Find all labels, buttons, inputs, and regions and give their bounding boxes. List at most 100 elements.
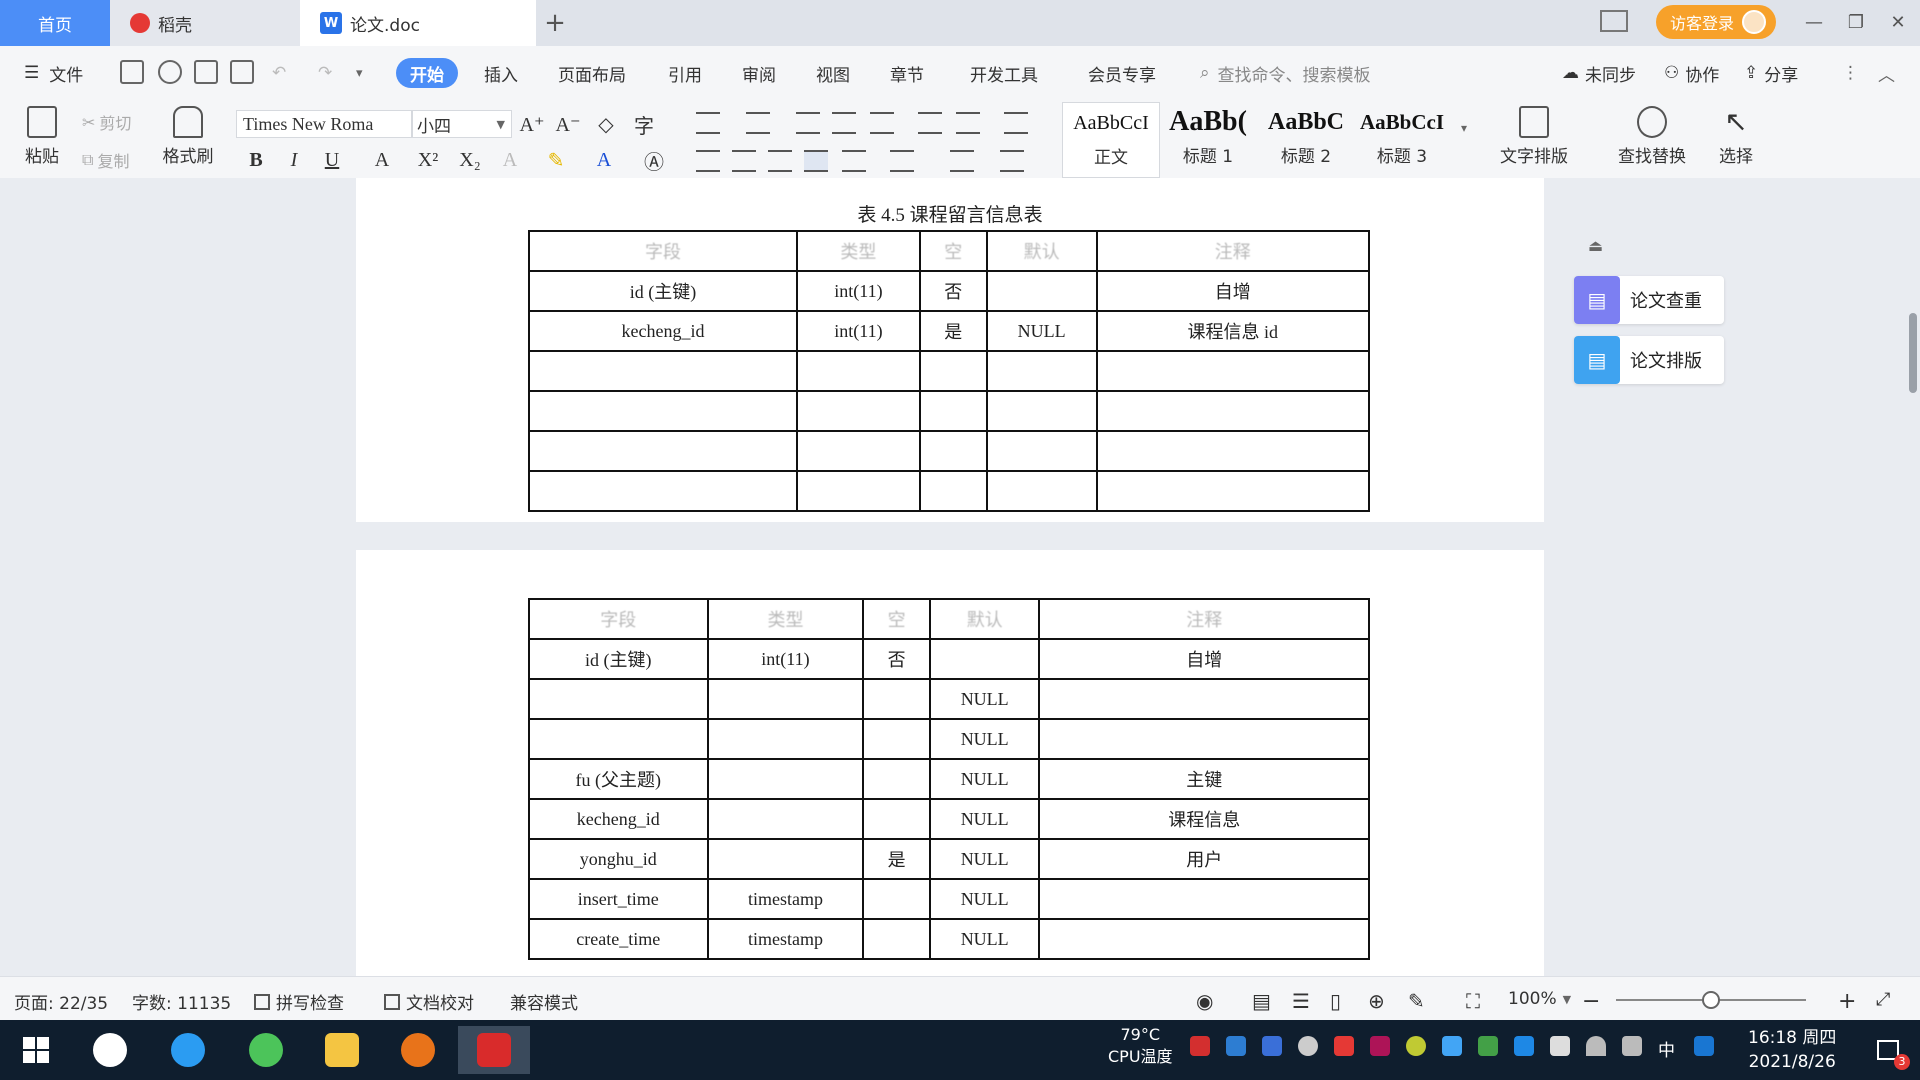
table-cell[interactable]: [862, 678, 931, 720]
clear-format-icon[interactable]: ◇: [592, 110, 620, 138]
paper-check-button[interactable]: ▤ 论文查重: [1574, 276, 1724, 324]
tray-app-icon[interactable]: [1406, 1036, 1426, 1056]
table-cell[interactable]: [528, 678, 709, 720]
find-replace-button[interactable]: 查找替换: [1610, 106, 1694, 167]
web-view-icon[interactable]: ⊕: [1368, 989, 1385, 1013]
table-cell[interactable]: [528, 350, 798, 392]
table-cell[interactable]: 类型: [706, 598, 865, 640]
pen-icon[interactable]: ✎: [1408, 989, 1425, 1013]
more-icon[interactable]: ⋮: [1842, 58, 1859, 88]
superscript-icon[interactable]: X²: [414, 146, 442, 174]
table-cell[interactable]: [528, 430, 798, 472]
table-cell[interactable]: create_time: [528, 918, 709, 960]
format-painter-button[interactable]: 格式刷: [158, 106, 218, 167]
table-cell[interactable]: [1095, 350, 1371, 392]
italic-icon[interactable]: I: [280, 146, 308, 174]
table-cell[interactable]: insert_time: [528, 878, 709, 920]
paper-layout-button[interactable]: ▤ 论文排版: [1574, 336, 1724, 384]
sync-button[interactable]: ☁ 未同步: [1562, 58, 1636, 88]
table-cell[interactable]: 空: [918, 230, 988, 272]
table-cell[interactable]: [862, 758, 931, 800]
menu-tab-chapter[interactable]: 章节: [890, 58, 924, 88]
table-cell[interactable]: id (主键): [528, 638, 709, 680]
table-cell[interactable]: [918, 470, 988, 512]
borders-icon[interactable]: [1000, 150, 1024, 172]
shield-icon[interactable]: [1262, 1036, 1282, 1056]
fullscreen-icon[interactable]: ⤢: [1876, 989, 1890, 1010]
bullet-list-icon[interactable]: [696, 112, 720, 134]
clock[interactable]: 16:18 周四 2021/8/26: [1748, 1026, 1836, 1074]
strikethrough-icon[interactable]: A: [368, 146, 396, 174]
eye-protection-icon[interactable]: ◉: [1196, 989, 1213, 1013]
shrink-font-icon[interactable]: A⁻: [554, 110, 582, 138]
table-cell[interactable]: [862, 878, 931, 920]
tray-app-icon[interactable]: [1442, 1036, 1462, 1056]
style-heading-1[interactable]: AaBb( 标题 1: [1160, 102, 1256, 176]
table-cell[interactable]: 用户: [1038, 838, 1370, 880]
table-cell[interactable]: [1095, 390, 1371, 432]
tray-app-icon[interactable]: [1334, 1036, 1354, 1056]
table-cell[interactable]: timestamp: [706, 878, 865, 920]
cut-button[interactable]: ✂ 剪切: [82, 110, 131, 134]
table-cell[interactable]: 注释: [1095, 230, 1371, 272]
table-cell[interactable]: NULL: [985, 310, 1098, 352]
zoom-out-icon[interactable]: −: [1582, 989, 1600, 1014]
table-cell[interactable]: fu (父主题): [528, 758, 709, 800]
table-cell[interactable]: int(11): [706, 638, 865, 680]
increase-indent-icon[interactable]: [832, 112, 856, 134]
line-spacing-icon[interactable]: [890, 150, 914, 172]
restore-icon[interactable]: ❐: [1838, 6, 1874, 38]
menu-tab-insert[interactable]: 插入: [484, 58, 518, 88]
table-cell[interactable]: 自增: [1038, 638, 1370, 680]
tab-home[interactable]: 首页: [0, 0, 110, 46]
align-right-icon[interactable]: [768, 150, 792, 172]
table-cell[interactable]: [918, 430, 988, 472]
table-cell[interactable]: kecheng_id: [528, 798, 709, 840]
table-cell[interactable]: [985, 350, 1098, 392]
table-cell[interactable]: [528, 718, 709, 760]
font-size-select[interactable]: 小四 ▼: [412, 110, 512, 138]
volume-icon[interactable]: [1622, 1036, 1642, 1056]
sort-icon[interactable]: [918, 112, 942, 134]
table-cell[interactable]: [795, 350, 921, 392]
close-icon[interactable]: ✕: [1880, 6, 1916, 38]
pinyin-icon[interactable]: 字: [630, 110, 658, 138]
menu-tab-developer[interactable]: 开发工具: [970, 58, 1038, 88]
collapse-panel-icon[interactable]: ⏏: [1588, 236, 1606, 255]
font-color-icon[interactable]: A: [590, 146, 618, 174]
table-cell[interactable]: 字段: [528, 230, 798, 272]
tray-app-icon[interactable]: [1370, 1036, 1390, 1056]
table-cell[interactable]: int(11): [795, 310, 921, 352]
document-page[interactable]: 表 4.5 课程留言信息表 字段 类型空默认 注释 id (主键) int(11) 否自增…: [356, 178, 1544, 522]
menu-tab-review[interactable]: 审阅: [742, 58, 776, 88]
ie-browser-icon[interactable]: [158, 1026, 218, 1074]
collaborate-button[interactable]: ⚇ 协作: [1664, 58, 1719, 88]
scrollbar-thumb[interactable]: [1909, 313, 1917, 393]
style-normal[interactable]: AaBbCcI 正文: [1062, 102, 1160, 178]
paste-button[interactable]: 粘贴: [12, 106, 72, 167]
new-tab-button[interactable]: +: [540, 0, 570, 46]
table-cell[interactable]: [918, 390, 988, 432]
page-view-icon[interactable]: ▤: [1252, 989, 1271, 1013]
table-cell[interactable]: 字段: [528, 598, 709, 640]
table-cell[interactable]: timestamp: [706, 918, 865, 960]
table-cell[interactable]: 课程信息: [1038, 798, 1370, 840]
table-cell[interactable]: 否: [862, 638, 931, 680]
redo-icon[interactable]: ↷: [318, 58, 332, 88]
zoom-slider-thumb[interactable]: [1702, 991, 1720, 1009]
word-count[interactable]: 字数: 11135: [132, 989, 231, 1014]
tray-app-icon[interactable]: [1226, 1036, 1246, 1056]
menu-tab-references[interactable]: 引用: [668, 58, 702, 88]
table-cell[interactable]: yonghu_id: [528, 838, 709, 880]
spellcheck-toggle[interactable]: 拼写检查: [254, 989, 344, 1014]
table-cell[interactable]: NULL: [928, 678, 1041, 720]
share-button[interactable]: ⇪ 分享: [1744, 58, 1798, 88]
table-cell[interactable]: [1038, 678, 1370, 720]
table-cell[interactable]: [706, 758, 865, 800]
table-cell[interactable]: 主键: [1038, 758, 1370, 800]
table-cell[interactable]: [985, 470, 1098, 512]
table-cell[interactable]: 类型: [795, 230, 921, 272]
table-cell[interactable]: 默认: [985, 230, 1098, 272]
menu-tab-member[interactable]: 会员专享: [1088, 58, 1156, 88]
guest-login-button[interactable]: 访客登录: [1656, 5, 1776, 39]
